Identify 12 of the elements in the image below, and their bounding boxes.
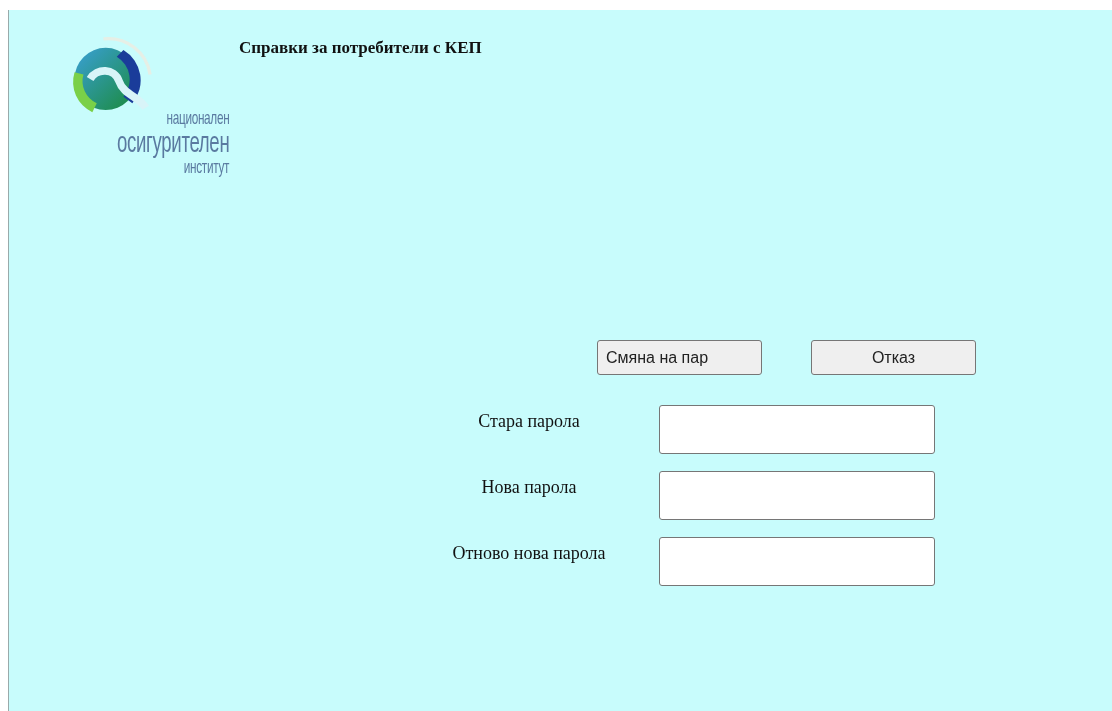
field-label: Стара парола — [477, 410, 581, 432]
cancel-button[interactable]: Отказ — [811, 340, 976, 375]
password-field[interactable] — [659, 537, 935, 586]
field-label: Нова парола — [480, 476, 578, 498]
logo-text: институт — [183, 157, 229, 176]
logo-text: национален — [166, 108, 229, 127]
logo-text: осигурителен — [116, 127, 229, 157]
change-password-button[interactable]: Смяна на пар — [597, 340, 762, 375]
password-field[interactable] — [659, 405, 935, 454]
field-label: Отново нова парола — [451, 542, 607, 564]
page-title: Справки за потребители с КЕП — [239, 38, 482, 59]
password-field[interactable] — [659, 471, 935, 520]
